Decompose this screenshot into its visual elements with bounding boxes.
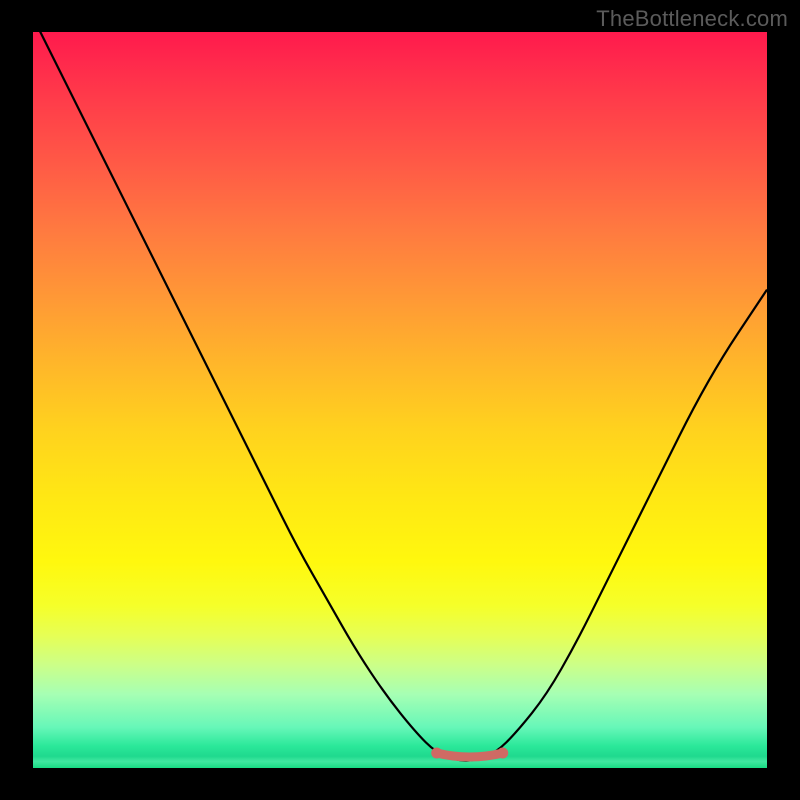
watermark-text: TheBottleneck.com <box>596 6 788 32</box>
bottleneck-curve <box>33 32 767 768</box>
chart-frame: TheBottleneck.com <box>0 0 800 800</box>
curve-highlight <box>437 753 503 757</box>
plot-area <box>33 32 767 768</box>
highlight-dot-left <box>431 747 442 758</box>
curve-path <box>33 17 767 760</box>
highlight-dot-right <box>497 747 508 758</box>
